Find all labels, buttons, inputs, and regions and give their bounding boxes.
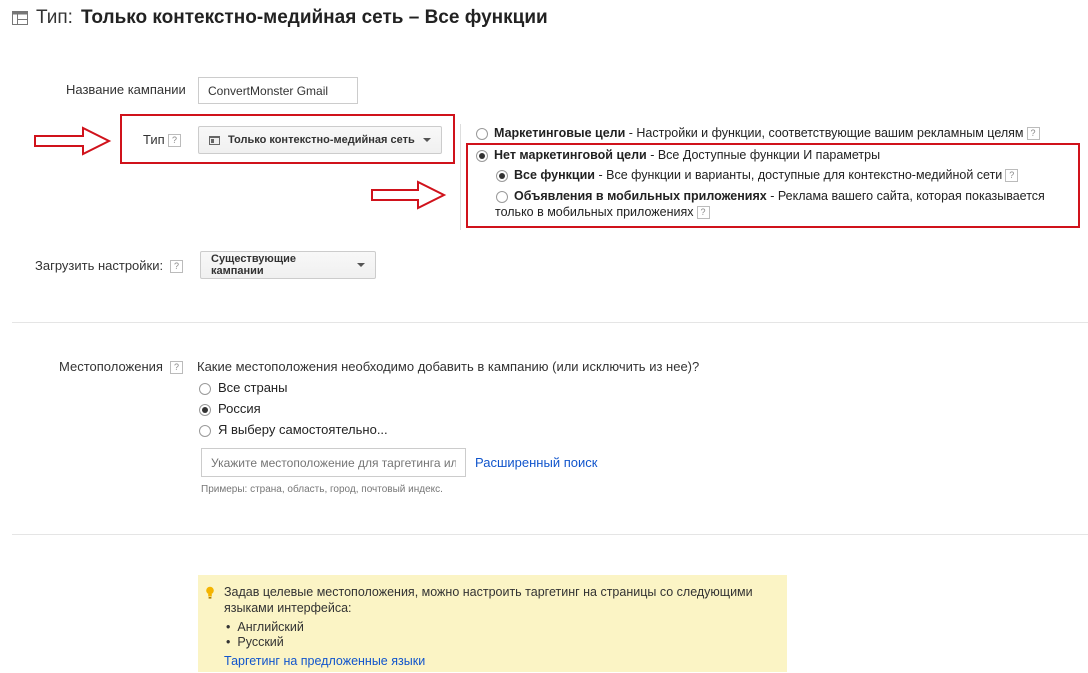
tip-text-line2: языками интерфейса: xyxy=(224,601,352,615)
goal-no-marketing-title: Нет маркетинговой цели xyxy=(494,148,647,162)
language-name: Русский xyxy=(237,635,284,649)
locations-help-icon[interactable]: ? xyxy=(170,361,183,374)
radio-all-functions[interactable] xyxy=(496,169,508,182)
tip-text-line1: Задав целевые местоположения, можно наст… xyxy=(224,585,753,599)
type-dropdown-label: Только контекстно-медийная сеть xyxy=(228,134,415,146)
radio-marketing-goals[interactable] xyxy=(476,127,488,140)
type-help-icon[interactable]: ? xyxy=(168,134,181,147)
language-list-item: • Русский xyxy=(226,635,284,649)
goal-all-functions-title: Все функции xyxy=(514,168,595,182)
goal-option-all-functions[interactable]: Все функции - Все функции и варианты, до… xyxy=(496,168,1019,183)
lightbulb-icon xyxy=(206,586,214,603)
table-icon xyxy=(12,11,28,25)
existing-campaigns-label: Существующие кампании xyxy=(211,253,296,277)
header-prefix: Тип: xyxy=(36,7,73,28)
locations-question: Какие местоположения необходимо добавить… xyxy=(197,359,700,374)
language-list-item: • Английский xyxy=(226,620,304,634)
divider xyxy=(12,322,1088,323)
goal-option-mobile-apps-line2: только в мобильных приложениях? xyxy=(495,205,710,220)
language-tip-box: Задав целевые местоположения, можно наст… xyxy=(198,575,787,672)
existing-campaigns-button[interactable]: Существующие кампании xyxy=(200,251,376,279)
campaign-name-label: Название кампании xyxy=(66,82,186,97)
bullet: • xyxy=(226,635,231,649)
goal-mobile-apps-help-icon[interactable]: ? xyxy=(696,206,710,220)
radio-custom[interactable] xyxy=(199,424,211,437)
header: Тип: Только контекстно-медийная сеть – В… xyxy=(12,6,548,30)
chevron-down-icon xyxy=(422,138,431,142)
annotation-arrow-goals xyxy=(371,180,447,210)
goal-option-marketing[interactable]: Маркетинговые цели - Настройки и функции… xyxy=(476,126,1040,141)
location-search-input[interactable] xyxy=(201,448,466,477)
advanced-search-link[interactable]: Расширенный поиск xyxy=(475,455,597,470)
section-divider-vertical xyxy=(460,124,461,230)
load-settings-help-icon[interactable]: ? xyxy=(170,260,183,273)
location-option-custom[interactable]: Я выберу самостоятельно... xyxy=(199,422,388,437)
goal-marketing-help-icon[interactable]: ? xyxy=(1026,127,1040,141)
bullet: • xyxy=(226,620,231,634)
goal-all-functions-desc: - Все функции и варианты, доступные для … xyxy=(595,168,1003,182)
goal-option-no-marketing[interactable]: Нет маркетинговой цели - Все Доступные ф… xyxy=(476,148,880,162)
location-option-label: Россия xyxy=(218,401,261,416)
radio-russia[interactable] xyxy=(199,403,211,416)
load-settings-label: Загрузить настройки: xyxy=(35,258,164,273)
goal-mobile-apps-desc2: только в мобильных приложениях xyxy=(495,205,694,219)
goal-mobile-apps-desc: - Реклама вашего сайта, которая показыва… xyxy=(766,189,1045,203)
annotation-arrow-type xyxy=(34,126,112,156)
location-option-label: Все страны xyxy=(218,380,288,395)
locations-examples: Примеры: страна, область, город, почтовы… xyxy=(201,484,443,495)
target-suggested-languages-link[interactable]: Таргетинг на предложенные языки xyxy=(224,654,425,668)
location-option-label: Я выберу самостоятельно... xyxy=(218,422,388,437)
goal-all-functions-help-icon[interactable]: ? xyxy=(1005,169,1019,183)
goal-no-marketing-desc: - Все Доступные функции И параметры xyxy=(646,148,881,162)
display-network-icon xyxy=(209,135,220,145)
language-name: Английский xyxy=(237,620,304,634)
goal-marketing-desc: - Настройки и функции, соответствующие в… xyxy=(625,126,1024,140)
goal-marketing-title: Маркетинговые цели xyxy=(494,126,626,140)
location-option-russia[interactable]: Россия xyxy=(199,401,261,416)
radio-no-marketing-goal[interactable] xyxy=(476,149,488,162)
goal-mobile-apps-title: Объявления в мобильных приложениях xyxy=(514,189,767,203)
goal-option-mobile-apps[interactable]: Объявления в мобильных приложениях - Рек… xyxy=(496,189,1045,203)
locations-label: Местоположения xyxy=(59,359,163,374)
type-dropdown-button[interactable]: Только контекстно-медийная сеть xyxy=(198,126,442,154)
campaign-name-input[interactable]: ConvertMonster Gmail xyxy=(198,77,358,104)
divider xyxy=(12,534,1088,535)
chevron-down-icon xyxy=(357,263,365,267)
location-option-all-countries[interactable]: Все страны xyxy=(199,380,287,395)
radio-all-countries[interactable] xyxy=(199,382,211,395)
page-title: Только контекстно-медийная сеть – Все фу… xyxy=(80,7,548,28)
type-label: Тип xyxy=(143,132,165,147)
radio-mobile-apps[interactable] xyxy=(496,190,508,203)
